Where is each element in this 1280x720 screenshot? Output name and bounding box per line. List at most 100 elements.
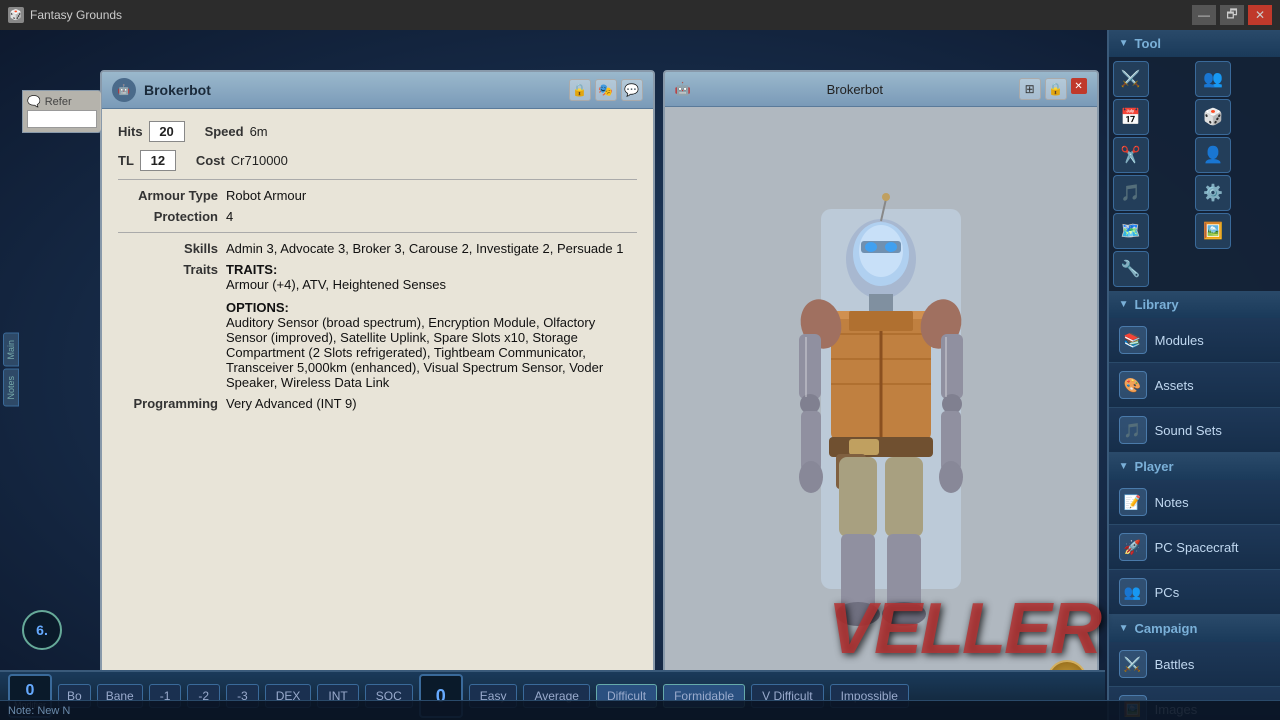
player-triangle: ▼	[1119, 461, 1129, 472]
sidebar-item-battles[interactable]: ⚔️ Battles	[1109, 642, 1280, 687]
image-panel-header: 🤖 Brokerbot ⊞ 🔒 ✕	[665, 72, 1097, 107]
pc-spacecraft-label: PC Spacecraft	[1155, 540, 1239, 555]
tool-characters-btn[interactable]: 👥	[1195, 61, 1231, 97]
modules-label: Modules	[1155, 333, 1204, 348]
close-button[interactable]: ✕	[1248, 5, 1272, 25]
lock-button[interactable]: 🔒	[569, 79, 591, 101]
skills-row: Skills Admin 3, Advocate 3, Broker 3, Ca…	[118, 241, 637, 256]
minimize-button[interactable]: —	[1192, 5, 1216, 25]
pcs-label: PCs	[1155, 585, 1180, 600]
note-bar: Note: New N	[0, 700, 1280, 720]
sidebar-item-pc-spacecraft[interactable]: 🚀 PC Spacecraft	[1109, 525, 1280, 570]
pcs-icon: 👥	[1119, 578, 1147, 606]
tool-section-label: Tool	[1135, 36, 1161, 51]
ribbon-tab-notes[interactable]: Notes	[3, 369, 19, 407]
tl-item: TL 12	[118, 150, 176, 171]
speed-label: Speed	[205, 124, 244, 139]
campaign-triangle: ▼	[1119, 623, 1129, 634]
cost-value: Cr710000	[231, 153, 288, 168]
tl-value[interactable]: 12	[140, 150, 176, 171]
restore-button[interactable]: 🗗	[1220, 5, 1244, 25]
sound-sets-icon: 🎵	[1119, 416, 1147, 444]
traits-row: Traits TRAITS: Armour (+4), ATV, Heighte…	[118, 262, 637, 390]
skills-label: Skills	[118, 241, 218, 256]
hits-label: Hits	[118, 124, 143, 139]
campaign-section-header[interactable]: ▼ Campaign	[1109, 615, 1280, 642]
tool-music-btn[interactable]: 🎵	[1113, 175, 1149, 211]
pc-spacecraft-icon: 🚀	[1119, 533, 1147, 561]
char-portrait-button[interactable]: 🎭	[595, 79, 617, 101]
tool-cut-btn[interactable]: ✂️	[1113, 137, 1149, 173]
char-panel-header: 🤖 Brokerbot 🔒 🎭 💬	[102, 72, 653, 109]
sidebar-item-modules[interactable]: 📚 Modules	[1109, 318, 1280, 363]
tool-extra-btn[interactable]: 🔧	[1113, 251, 1149, 287]
round-indicator: 6.	[22, 610, 62, 650]
ribbon-tabs: Main Notes	[0, 70, 22, 670]
window-controls: — 🗗 ✕	[1192, 5, 1272, 25]
image-panel-title: Brokerbot	[827, 82, 883, 97]
library-section-header[interactable]: ▼ Library	[1109, 291, 1280, 318]
tool-dice-btn[interactable]: 🎲	[1195, 99, 1231, 135]
tool-map-btn[interactable]: 🗺️	[1113, 213, 1149, 249]
app-title: Fantasy Grounds	[30, 8, 1192, 22]
player-section-header[interactable]: ▼ Player	[1109, 453, 1280, 480]
tool-triangle: ▼	[1119, 38, 1129, 49]
divider-2	[118, 232, 637, 233]
char-panel-title: Brokerbot	[144, 82, 569, 98]
image-header-icons: ⊞ 🔒 ✕	[1019, 78, 1087, 100]
sidebar-item-notes[interactable]: 📝 Notes	[1109, 480, 1280, 525]
stats-row-1: Hits 20 Speed 6m	[118, 121, 637, 142]
tool-settings-btn[interactable]: ⚙️	[1195, 175, 1231, 211]
options-header: OPTIONS:	[226, 300, 637, 315]
image-panel-icon: 🤖	[675, 81, 691, 97]
stats-row-2: TL 12 Cost Cr710000	[118, 150, 637, 171]
player-section-label: Player	[1135, 459, 1174, 474]
tool-section-header[interactable]: ▼ Tool	[1109, 30, 1280, 57]
programming-label: Programming	[118, 396, 218, 411]
traits-label: Traits	[118, 262, 218, 277]
tool-npc-btn[interactable]: 👤	[1195, 137, 1231, 173]
hits-item: Hits 20	[118, 121, 185, 142]
armour-type-row: Armour Type Robot Armour	[118, 188, 637, 203]
library-triangle: ▼	[1119, 299, 1129, 310]
right-sidebar: ▼ Tool ⚔️ 👥 📅 🎲 ✂️ 👤 🎵 ⚙️ 🗺️ 🖼️ 🔧 ▼ Libr…	[1107, 30, 1280, 720]
armour-type-value: Robot Armour	[226, 188, 637, 203]
image-lock-button[interactable]: 🔒	[1045, 78, 1067, 100]
image-expand-button[interactable]: ⊞	[1019, 78, 1041, 100]
assets-label: Assets	[1155, 378, 1194, 393]
modifier-value: 0	[26, 682, 35, 700]
protection-value: 4	[226, 209, 637, 224]
character-svg	[741, 159, 1021, 659]
programming-value: Very Advanced (INT 9)	[226, 396, 637, 411]
ref-label: 🗨️ Refer	[27, 95, 97, 108]
speed-value: 6m	[250, 124, 268, 139]
title-bar: 🎲 Fantasy Grounds — 🗗 ✕	[0, 0, 1280, 30]
sidebar-item-assets[interactable]: 🎨 Assets	[1109, 363, 1280, 408]
assets-icon: 🎨	[1119, 371, 1147, 399]
library-section-label: Library	[1135, 297, 1179, 312]
sidebar-item-sound-sets[interactable]: 🎵 Sound Sets	[1109, 408, 1280, 453]
traits-content: TRAITS: Armour (+4), ATV, Heightened Sen…	[226, 262, 637, 390]
notes-label: Notes	[1155, 495, 1189, 510]
main-layout: Main Notes 🗨️ Refer 🤖 Brokerbot 🔒 🎭 💬 Hi…	[0, 30, 1280, 720]
chat-button[interactable]: 💬	[621, 79, 643, 101]
reference-panel: 🗨️ Refer	[22, 90, 102, 133]
campaign-section-label: Campaign	[1135, 621, 1198, 636]
app-icon: 🎲	[8, 7, 24, 23]
note-bar-text: Note: New N	[8, 705, 70, 717]
traits-value: Armour (+4), ATV, Heightened Senses	[226, 277, 637, 292]
cost-label: Cost	[196, 153, 225, 168]
traits-header: TRAITS:	[226, 262, 637, 277]
hits-value[interactable]: 20	[149, 121, 185, 142]
tool-calendar-btn[interactable]: 📅	[1113, 99, 1149, 135]
ribbon-tab-main[interactable]: Main	[3, 333, 19, 367]
tool-grid: ⚔️ 👥 📅 🎲 ✂️ 👤 🎵 ⚙️ 🗺️ 🖼️ 🔧	[1109, 57, 1280, 291]
image-close-button[interactable]: ✕	[1071, 78, 1087, 94]
tool-image-btn[interactable]: 🖼️	[1195, 213, 1231, 249]
ref-input[interactable]	[27, 110, 97, 128]
divider-1	[118, 179, 637, 180]
sidebar-item-pcs[interactable]: 👥 PCs	[1109, 570, 1280, 615]
tool-combat-btn[interactable]: ⚔️	[1113, 61, 1149, 97]
image-panel: 🤖 Brokerbot ⊞ 🔒 ✕	[663, 70, 1099, 712]
protection-row: Protection 4	[118, 209, 637, 224]
